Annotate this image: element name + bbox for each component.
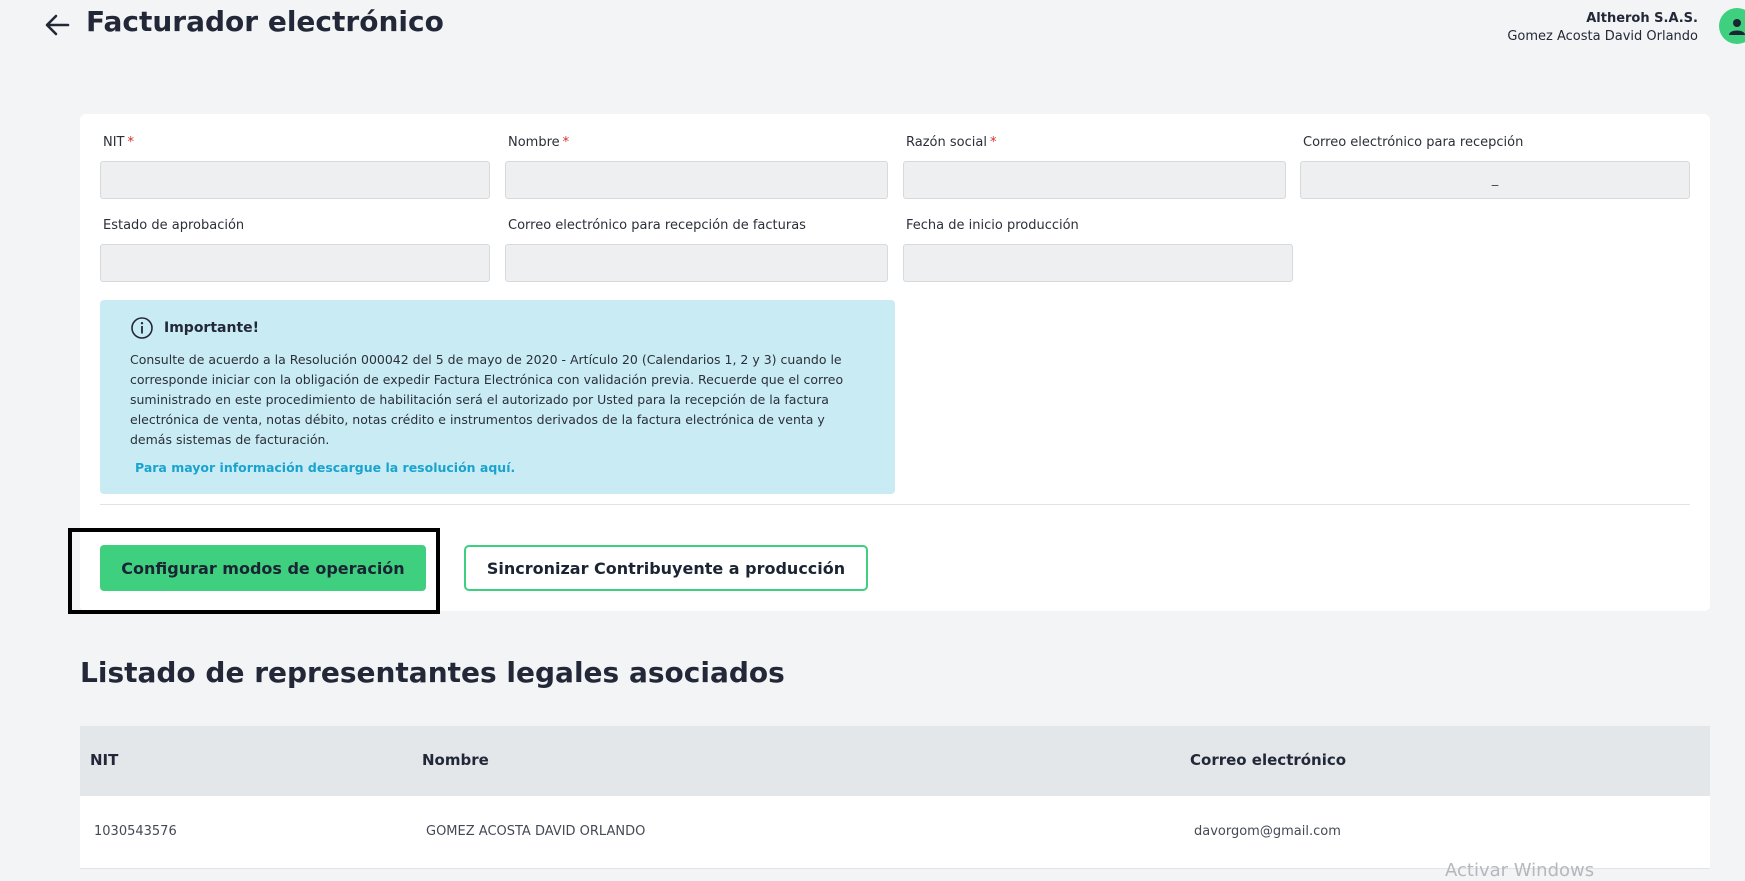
column-nit[interactable]: NIT	[90, 751, 118, 769]
correo-facturas-field[interactable]	[505, 244, 888, 282]
row-name: GOMEZ ACOSTA DAVID ORLANDO	[426, 824, 646, 839]
row-email: davorgom@gmail.com	[1194, 824, 1341, 839]
representatives-title: Listado de representantes legales asocia…	[80, 656, 785, 689]
info-icon	[131, 317, 153, 339]
nombre-field[interactable]	[505, 161, 888, 199]
fecha-inicio-field[interactable]	[903, 244, 1293, 282]
page-title: Facturador electrónico	[86, 5, 444, 38]
back-arrow-icon[interactable]	[42, 10, 72, 40]
user-icon	[1729, 19, 1745, 35]
representatives-table: NIT Nombre Correo electrónico 1030543576…	[80, 726, 1710, 869]
correo-recepcion-label: Correo electrónico para recepción	[1303, 135, 1524, 150]
configure-modes-button[interactable]: Configurar modos de operación	[100, 545, 426, 591]
user-info: Altheroh S.A.S. Gomez Acosta David Orlan…	[1507, 10, 1698, 46]
divider	[100, 504, 1690, 505]
notice-header: Importante!	[130, 316, 259, 340]
nombre-label: Nombre *	[508, 135, 570, 150]
notice-body: Consulte de acuerdo a la Resolución 0000…	[130, 352, 844, 447]
notice-title: Importante!	[164, 320, 260, 336]
nit-field[interactable]	[100, 161, 490, 199]
avatar[interactable]	[1719, 8, 1745, 44]
table-header: NIT Nombre Correo electrónico	[80, 726, 1710, 796]
user-name: Gomez Acosta David Orlando	[1507, 29, 1698, 44]
razon-social-label: Razón social *	[906, 135, 997, 150]
column-correo[interactable]: Correo electrónico	[1190, 751, 1346, 769]
nit-label: NIT *	[103, 135, 134, 150]
correo-facturas-label: Correo electrónico para recepción de fac…	[508, 218, 806, 233]
download-resolution-link[interactable]: Para mayor información descargue la reso…	[135, 460, 515, 475]
row-nit: 1030543576	[94, 824, 177, 839]
table-row[interactable]: 1030543576 GOMEZ ACOSTA DAVID ORLANDO da…	[80, 796, 1710, 869]
fecha-inicio-label: Fecha de inicio producción	[906, 218, 1079, 233]
column-nombre[interactable]: Nombre	[422, 751, 489, 769]
estado-aprobacion-label: Estado de aprobación	[103, 218, 245, 233]
razon-social-field[interactable]	[903, 161, 1286, 199]
sync-production-button[interactable]: Sincronizar Contribuyente a producción	[464, 545, 868, 591]
important-notice: Importante! Consulte de acuerdo a la Res…	[100, 300, 895, 494]
correo-recepcion-field[interactable]: _	[1300, 161, 1690, 199]
windows-activation-watermark: Activar Windows	[1445, 860, 1595, 881]
estado-aprobacion-field[interactable]	[100, 244, 490, 282]
page-header: Facturador electrónico Altheroh S.A.S. G…	[0, 0, 1745, 60]
user-company: Altheroh S.A.S.	[1586, 11, 1698, 26]
